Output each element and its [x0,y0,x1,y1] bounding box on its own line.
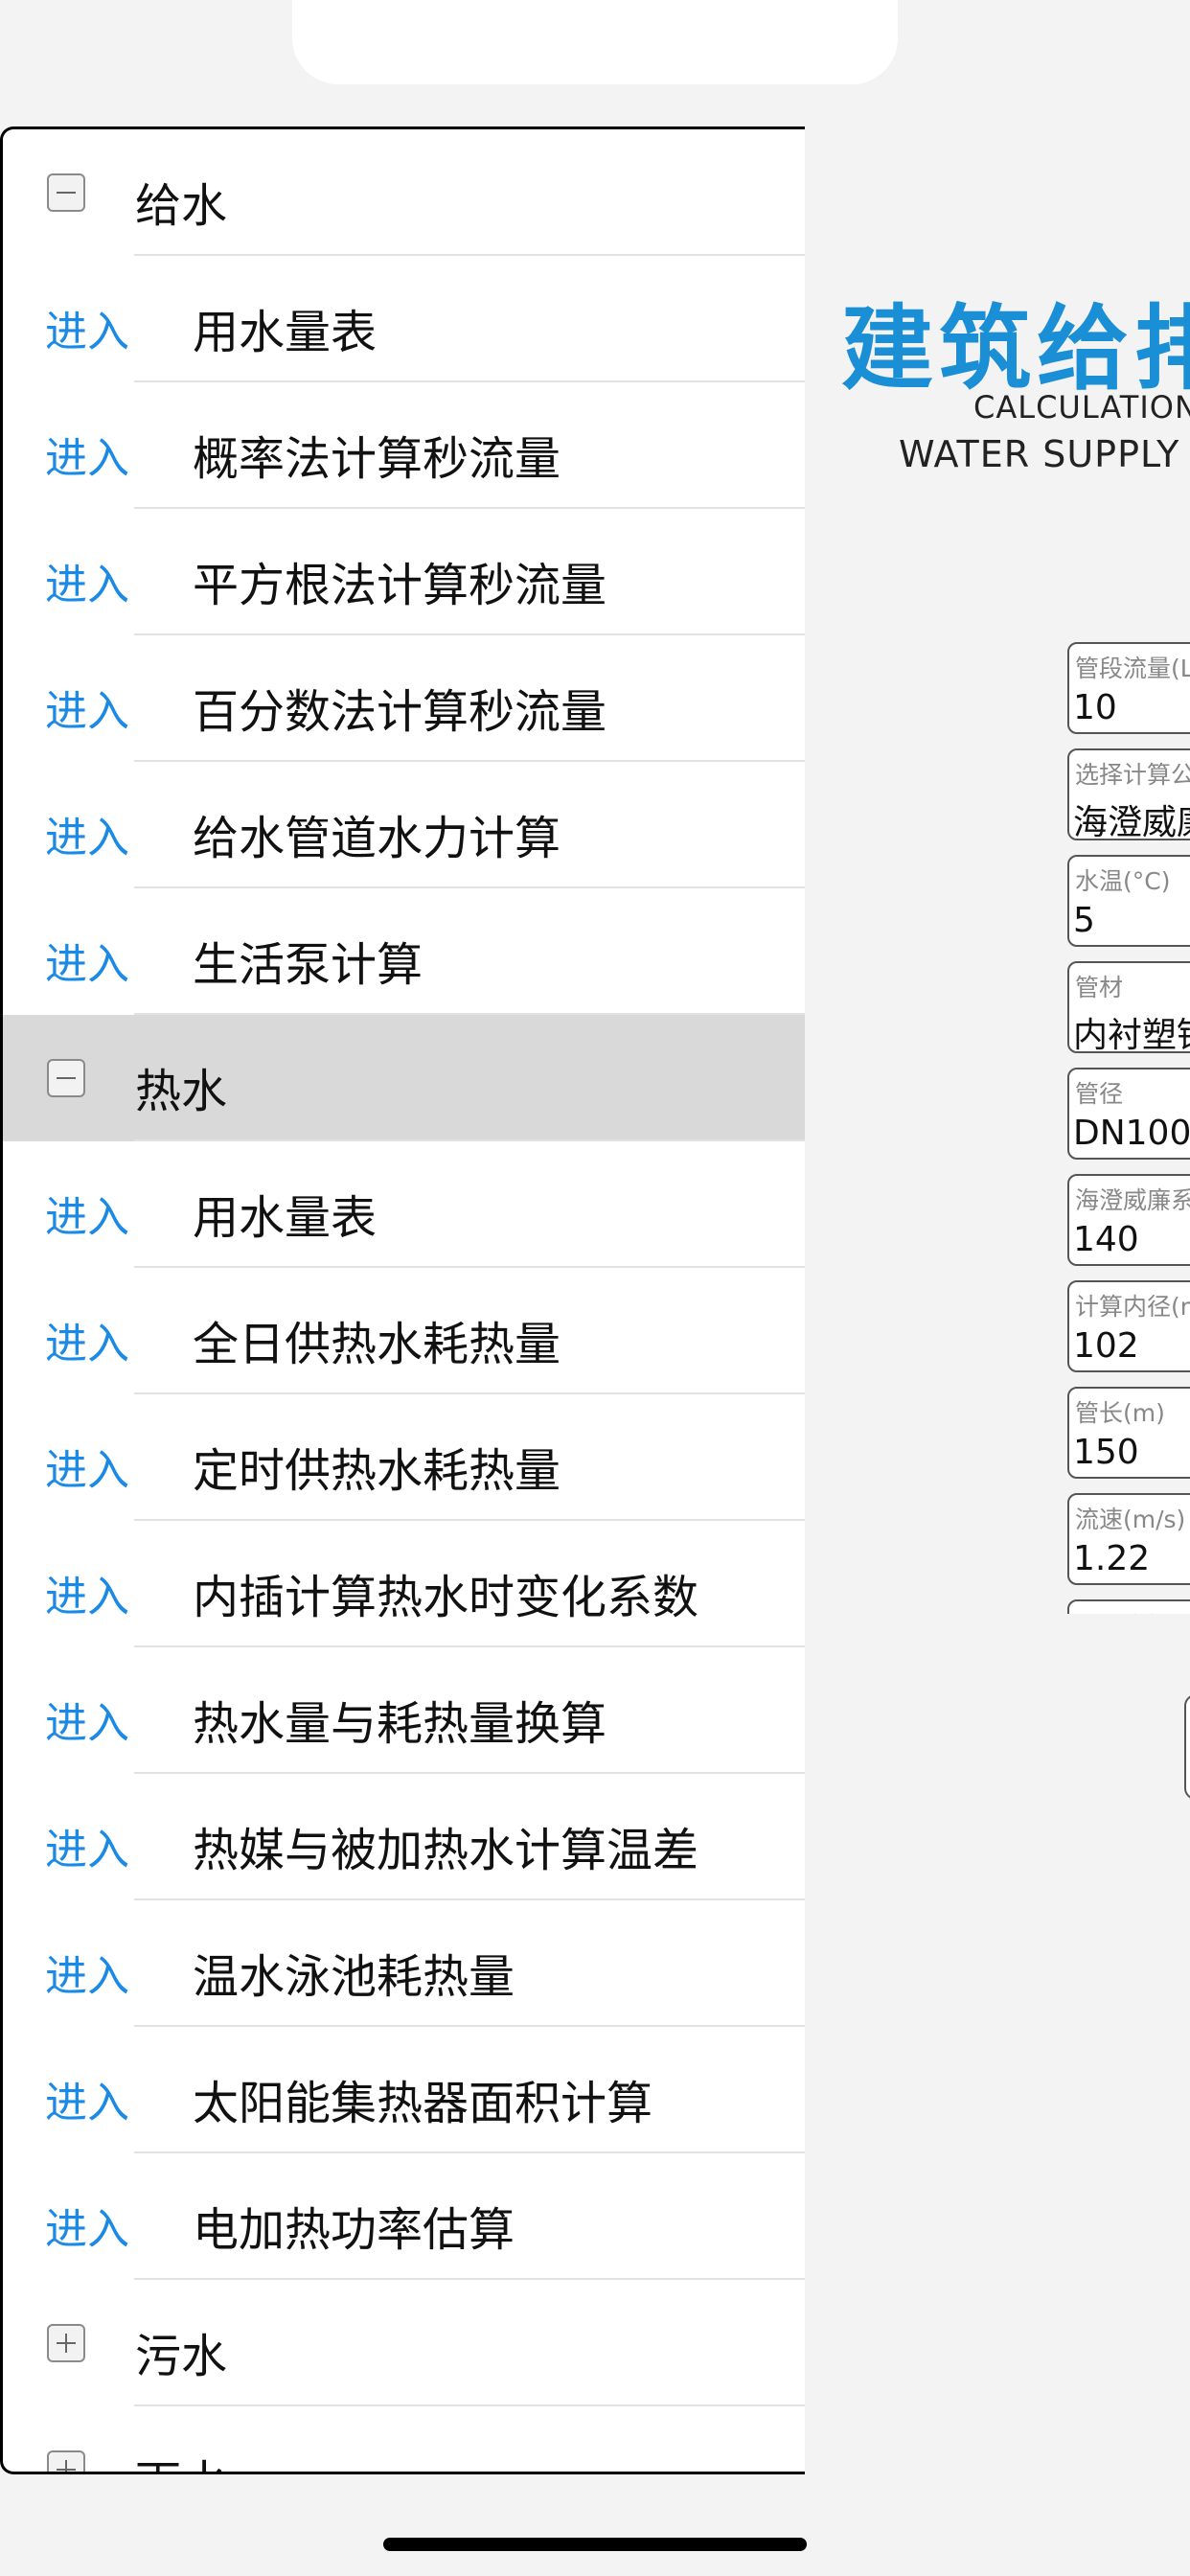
form-field-value[interactable]: DN100 [1073,1114,1190,1153]
form-field-label: 海澄威廉系 [1075,1186,1190,1214]
sidebar-item-label: 百分数法计算秒流量 [193,685,607,739]
form-field[interactable]: 海澄威廉系 140 [1067,1174,1190,1266]
sidebar-group-label: 热水 [135,1065,228,1118]
sidebar-item-label: 给水管道水力计算 [193,812,561,865]
form-field[interactable]: 管径 DN100 [1067,1068,1190,1160]
home-indicator [383,2538,807,2551]
form-field-label: 计算内径(m [1075,1293,1190,1321]
form-field-label: 管材 [1075,974,1124,1001]
form-field[interactable]: 管长(m) 150 [1067,1387,1190,1479]
form-field[interactable]: 沿程水损 [1067,1599,1190,1614]
enter-link[interactable]: 进入 [45,2195,129,2256]
sidebar-item[interactable]: 进入 太阳能集热器面积计算 [3,2027,805,2153]
form-field-label: 流速(m/s) [1075,1506,1186,1533]
sidebar-item[interactable]: 进入 全日供热水耗热量 [3,1268,805,1394]
sidebar-group-label: 雨水 [135,2445,227,2472]
form-field-value[interactable]: 内衬塑钢 [1073,1007,1190,1057]
sidebar-item[interactable]: 进入 生活泵计算 [3,888,805,1015]
sidebar-item[interactable]: 进入 温水泳池耗热量 [3,1900,805,2027]
form-field-value[interactable]: 5 [1073,901,1095,940]
sidebar-item[interactable]: 进入 热水量与耗热量换算 [3,1647,805,1774]
form-field-value[interactable]: 150 [1073,1433,1139,1472]
sidebar-item[interactable]: 进入 概率法计算秒流量 [3,382,805,509]
enter-link[interactable]: 进入 [45,550,129,611]
sidebar-item-label: 用水量表 [193,306,378,359]
form-field[interactable]: 管段流量(L 10 [1067,642,1190,734]
sidebar-group-label: 给水 [135,179,228,233]
form-field-label: 水温(°C) [1075,867,1171,895]
form-field[interactable]: 流速(m/s) 1.22 [1067,1493,1190,1585]
sidebar-item-label: 全日供热水耗热量 [193,1318,561,1371]
sidebar-item-label: 生活泵计算 [193,938,423,992]
form-field-label: 管段流量(L [1075,655,1190,682]
sidebar-item-label: 太阳能集热器面积计算 [193,2077,653,2130]
sidebar-item[interactable]: 进入 用水量表 [3,1141,805,1268]
enter-link[interactable]: 进入 [45,1815,129,1876]
sidebar-item-label: 用水量表 [193,1191,378,1245]
sidebar-item-label: 内插计算热水时变化系数 [193,1571,699,1624]
form-field-value[interactable]: 1.22 [1073,1539,1150,1578]
plus-square-icon[interactable] [47,2324,85,2362]
form-field[interactable]: 选择计算公海澄威廉 [1067,748,1190,842]
sidebar-item-label: 平方根法计算秒流量 [193,559,607,612]
form-field-value[interactable]: 140 [1073,1220,1139,1259]
enter-link[interactable]: 进入 [45,2068,129,2129]
enter-link[interactable]: 进入 [45,424,129,485]
enter-link[interactable]: 进入 [45,930,129,991]
sidebar-item-label: 热媒与被加热水计算温差 [193,1824,699,1877]
sidebar-item-label: 电加热功率估算 [193,2203,515,2257]
enter-link[interactable]: 进入 [45,803,129,864]
sidebar-item[interactable]: 进入 平方根法计算秒流量 [3,509,805,635]
enter-link[interactable]: 进入 [45,1689,129,1750]
plus-square-icon[interactable] [47,2450,85,2472]
minus-square-icon[interactable] [47,173,85,212]
sidebar-item[interactable]: 进入 用水量表 [3,256,805,382]
enter-link[interactable]: 进入 [45,297,129,358]
sidebar-item[interactable]: 进入 热媒与被加热水计算温差 [3,1774,805,1900]
app-logo-english-line2: WATER SUPPLY A [899,433,1190,475]
calculation-form: 管段流量(L 10 选择计算公海澄威廉水温(°C) 5 管材内衬塑钢管径 DN100 海澄威… [1067,642,1190,1614]
sidebar-item-label: 热水量与耗热量换算 [193,1697,607,1751]
form-field[interactable]: 管材内衬塑钢 [1067,961,1190,1055]
app-logo-english-line1: CALCULATION [973,389,1190,426]
sidebar-group-row[interactable]: 给水 [3,129,805,256]
sidebar-item[interactable]: 进入 百分数法计算秒流量 [3,635,805,762]
sidebar-menu: 给水 进入 用水量表 进入 概率法计算秒流量 进入 平方根法计算秒流量 进入 百分数法计算秒流量… [0,126,805,2474]
sidebar-group-row[interactable]: 雨水 [3,2406,805,2472]
form-field[interactable]: 水温(°C) 5 [1067,855,1190,947]
sidebar-group-label: 污水 [135,2330,228,2383]
sidebar-item[interactable]: 进入 给水管道水力计算 [3,762,805,888]
sidebar-item[interactable]: 进入 内插计算热水时变化系数 [3,1521,805,1647]
form-field-label: 管长(m) [1075,1399,1165,1427]
enter-link[interactable]: 进入 [45,1183,129,1244]
form-field-value[interactable]: 10 [1073,688,1117,727]
enter-link[interactable]: 进入 [45,1309,129,1370]
sidebar-group-row[interactable]: 污水 [3,2280,805,2406]
enter-link[interactable]: 进入 [45,1942,129,2003]
form-field-value[interactable]: 海澄威廉 [1073,794,1190,844]
sidebar-item[interactable]: 进入 电加热功率估算 [3,2153,805,2280]
enter-link[interactable]: 进入 [45,1562,129,1623]
sidebar-item-label: 定时供热水耗热量 [193,1444,561,1498]
sidebar-item-label: 概率法计算秒流量 [193,432,561,486]
sidebar-item-label: 温水泳池耗热量 [193,1950,515,2004]
calculate-button[interactable] [1184,1694,1190,1800]
sidebar-item[interactable]: 进入 定时供热水耗热量 [3,1394,805,1521]
minus-square-icon[interactable] [47,1059,85,1097]
form-field[interactable]: 计算内径(m 102 [1067,1280,1190,1372]
sidebar-group-row[interactable]: 热水 [3,1015,805,1141]
form-field-label: 管径 [1075,1080,1124,1108]
app-logo-chinese: 建筑给排 [841,294,1190,402]
enter-link[interactable]: 进入 [45,677,129,738]
form-field-label: 选择计算公 [1075,761,1190,789]
form-field-value[interactable]: 102 [1073,1326,1139,1366]
form-field-label: 沿程水损 [1075,1607,1171,1614]
enter-link[interactable]: 进入 [45,1436,129,1497]
